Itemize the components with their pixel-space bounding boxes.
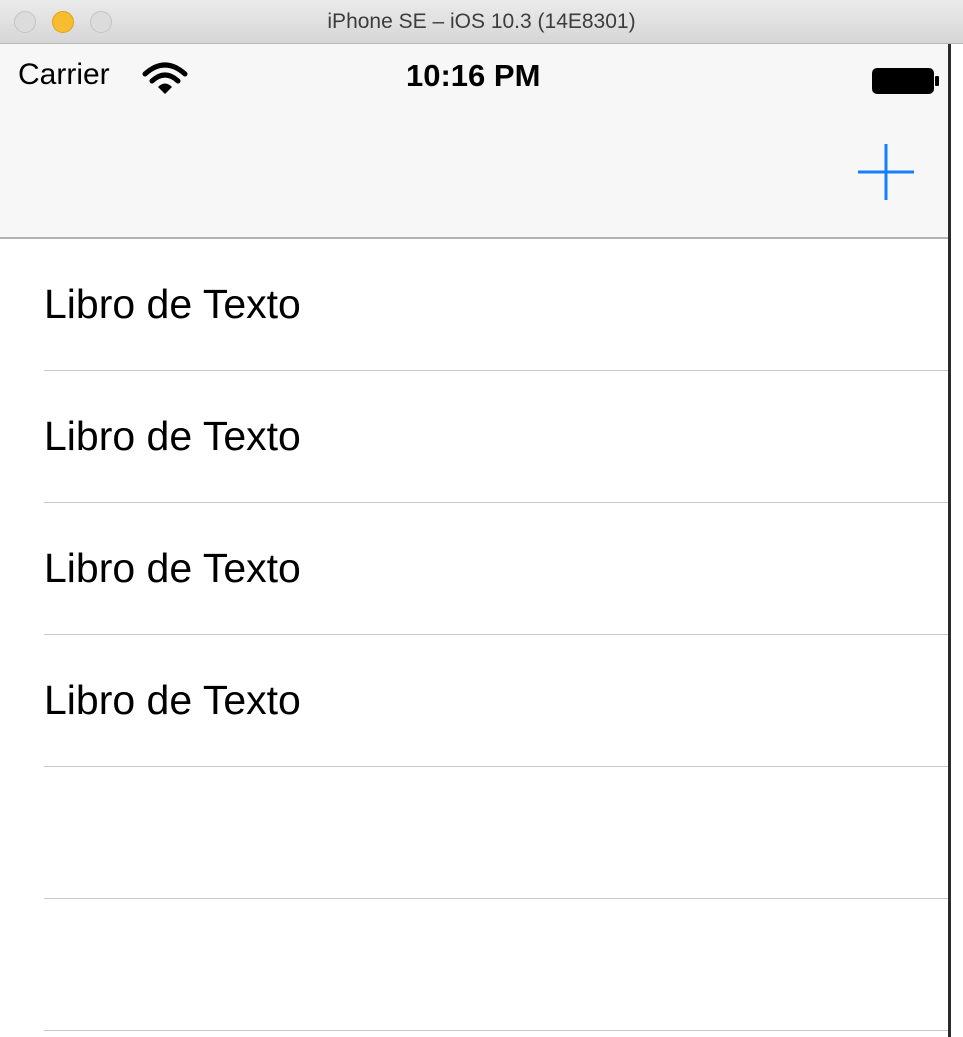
status-bar: Carrier 10:16 PM <box>0 44 948 114</box>
add-button[interactable] <box>856 142 916 202</box>
row-label: Libro de Texto <box>44 413 301 459</box>
row-label: Libro de Texto <box>44 677 301 723</box>
status-time: 10:16 PM <box>406 58 541 93</box>
window-titlebar: iPhone SE – iOS 10.3 (14E8301) <box>0 0 963 44</box>
window-edge <box>948 44 963 1037</box>
row-label: Libro de Texto <box>44 545 301 591</box>
simulator-window: iPhone SE – iOS 10.3 (14E8301) Carrier 1… <box>0 0 963 1037</box>
row-separator <box>44 1030 948 1031</box>
window-title: iPhone SE – iOS 10.3 (14E8301) <box>327 10 636 33</box>
table-row <box>0 767 948 899</box>
navigation-bar <box>0 114 948 239</box>
row-label: Libro de Texto <box>44 281 301 327</box>
table-row[interactable]: Libro de Texto <box>0 635 948 767</box>
table-row[interactable]: Libro de Texto <box>0 371 948 503</box>
plus-icon <box>858 144 914 200</box>
table-row[interactable]: Libro de Texto <box>0 503 948 635</box>
table-view[interactable]: Libro de Texto Libro de Texto Libro de T… <box>0 239 948 1037</box>
battery-icon <box>872 68 939 94</box>
table-row[interactable]: Libro de Texto <box>0 239 948 371</box>
wifi-icon <box>142 62 188 94</box>
table-row <box>0 899 948 1031</box>
carrier-label: Carrier <box>18 58 110 91</box>
